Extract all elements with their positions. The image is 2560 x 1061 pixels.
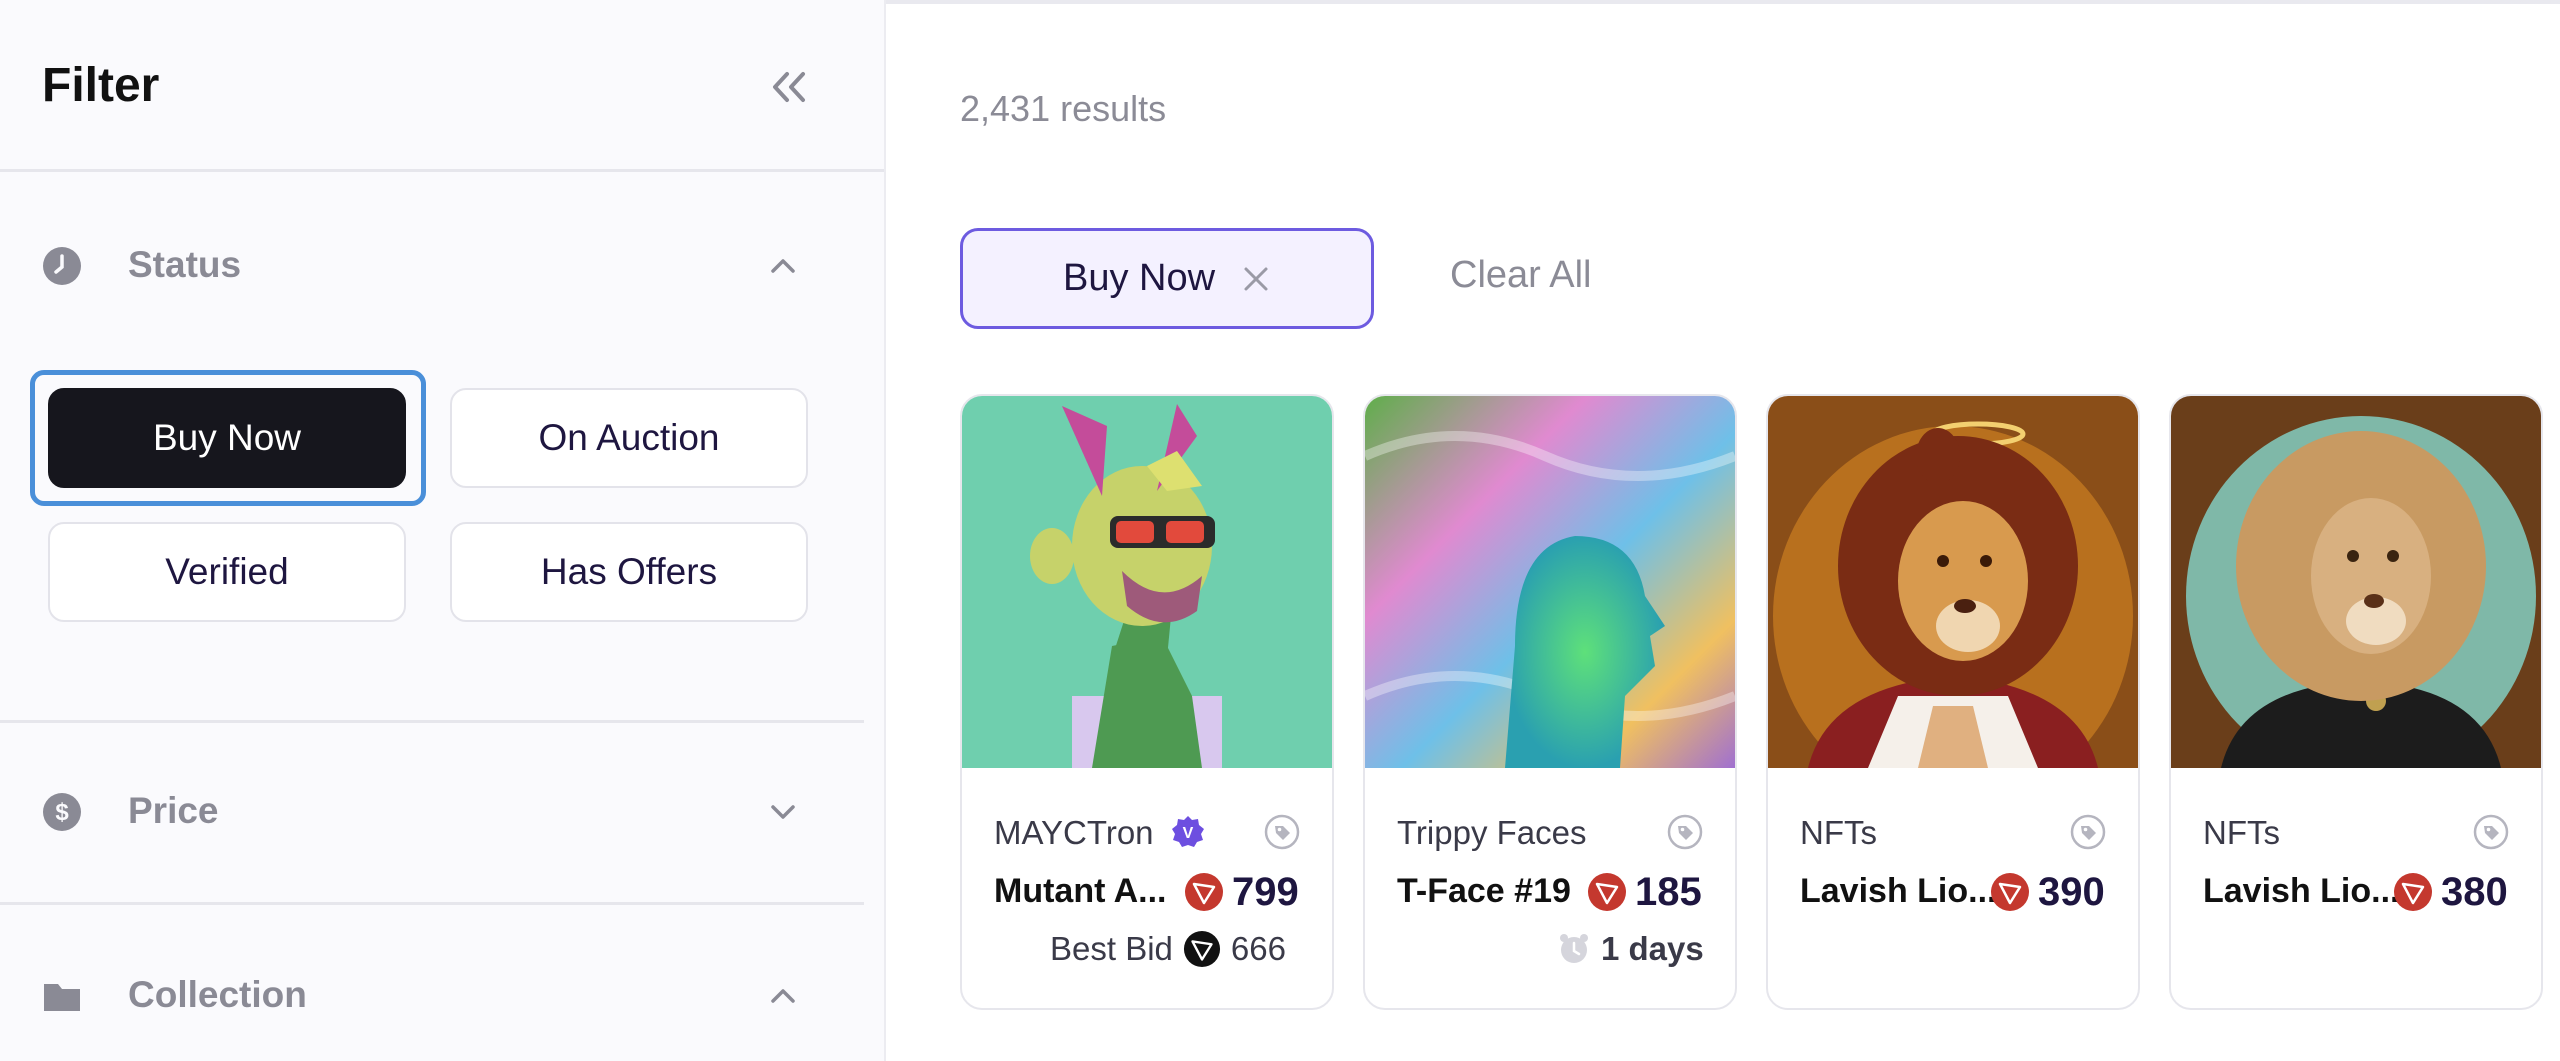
time-left-value: 1 days — [1601, 930, 1704, 967]
folder-icon — [44, 984, 80, 1011]
filter-sidebar: Filter Status Buy Now On Auction Verifie… — [0, 0, 886, 1061]
svg-text:V: V — [1183, 825, 1194, 842]
best-bid-label: Best Bid — [1050, 930, 1173, 967]
section-divider — [0, 902, 864, 905]
collection-section-label: Collection — [128, 974, 307, 1015]
nft-card[interactable]: MAYCTron V Mutant A... 799 Best Bid 666 — [960, 394, 1334, 1010]
filter-header: Filter — [0, 0, 884, 172]
nft-image — [1768, 396, 2138, 768]
results-count: 2,431 results — [960, 88, 1167, 129]
clear-all-button[interactable]: Clear All — [1450, 254, 1592, 297]
best-bid-line: Best Bid 666 — [1050, 930, 1286, 968]
price-section-label: Price — [128, 790, 219, 831]
active-filter-chip[interactable]: Buy Now — [960, 228, 1374, 329]
nft-card[interactable]: Trippy Faces T-Face #19 185 1 days — [1363, 394, 1737, 1010]
status-verified-button[interactable]: Verified — [48, 522, 406, 622]
card-collection-name: Trippy Faces — [1397, 814, 1587, 851]
chevron-up-icon — [771, 989, 795, 1003]
nft-image — [1365, 396, 1735, 768]
chevron-up-icon — [771, 259, 795, 273]
tron-icon — [2394, 873, 2432, 911]
status-has-offers-button[interactable]: Has Offers — [450, 522, 808, 622]
price-section-header[interactable]: $ Price — [0, 768, 884, 858]
tag-icon — [1264, 814, 1300, 850]
section-divider — [0, 720, 864, 723]
collapse-sidebar-icon[interactable] — [765, 62, 815, 112]
card-collection-name: NFTs — [2203, 814, 2280, 851]
card-collection-name: NFTs — [1800, 814, 1877, 851]
card-item-name: Lavish Lio... — [1800, 872, 1997, 910]
status-buy-now-button[interactable]: Buy Now — [48, 388, 406, 488]
tron-icon — [1588, 873, 1626, 911]
tron-icon — [1991, 873, 2029, 911]
tag-icon — [1667, 814, 1703, 850]
clock-icon — [43, 247, 81, 285]
tag-icon — [2473, 814, 2509, 850]
nft-image — [2171, 396, 2541, 768]
tron-icon — [1183, 930, 1220, 968]
card-price: 380 — [2441, 870, 2508, 914]
nft-card[interactable]: NFTs Lavish Lio... 380 — [2169, 394, 2543, 1010]
card-item-name: Mutant A... — [994, 872, 1167, 910]
card-item-name: Lavish Lio... — [2203, 872, 2400, 910]
alarm-clock-icon — [1560, 934, 1588, 963]
card-price: 799 — [1232, 870, 1299, 914]
verified-badge-icon: V — [1172, 816, 1204, 847]
tron-icon — [1185, 873, 1223, 911]
card-price: 185 — [1635, 870, 1702, 914]
svg-text:$: $ — [55, 799, 69, 826]
card-item-name: T-Face #19 — [1397, 872, 1571, 910]
card-collection-name: MAYCTron — [994, 814, 1154, 851]
active-filter-label: Buy Now — [1062, 257, 1216, 299]
filter-title: Filter — [42, 59, 160, 112]
dollar-icon: $ — [43, 793, 81, 831]
status-on-auction-button[interactable]: On Auction — [450, 388, 808, 488]
tag-icon — [2070, 814, 2106, 850]
chevron-down-icon — [771, 805, 795, 819]
close-icon[interactable] — [1241, 264, 1271, 294]
card-price: 390 — [2038, 870, 2105, 914]
status-section-label: Status — [128, 244, 242, 285]
status-section-header[interactable]: Status — [0, 222, 884, 312]
collection-section-header[interactable]: Collection — [0, 952, 884, 1042]
nft-card[interactable]: NFTs Lavish Lio... 390 — [1766, 394, 2140, 1010]
nft-image — [962, 396, 1332, 768]
time-left-line: 1 days — [1557, 930, 1704, 968]
best-bid-value: 666 — [1230, 930, 1286, 967]
